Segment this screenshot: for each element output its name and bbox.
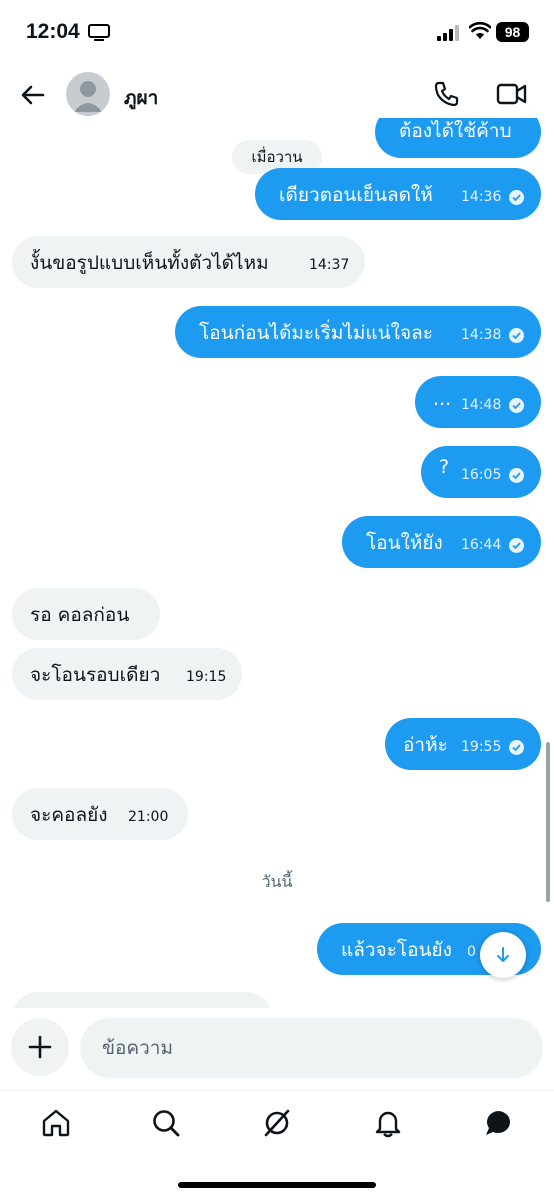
read-check-icon <box>509 328 524 343</box>
message-bubble-incoming[interactable]: รอ คอลก่อน <box>12 588 160 640</box>
video-call-icon[interactable] <box>496 81 528 111</box>
message-bubble-incoming[interactable]: จะคอลยัง 21:00 <box>12 788 188 840</box>
battery-indicator: 98 <box>496 22 529 42</box>
message-text: เดียวตอนเย็นลดให้ <box>279 184 433 206</box>
message-time: 16:05 <box>461 467 502 483</box>
home-indicator[interactable] <box>178 1182 376 1188</box>
read-check-icon <box>509 740 524 755</box>
message-text: จะคอลยัง <box>30 804 108 826</box>
message-bubble-incoming[interactable]: จะโอนรอบเดียว 19:15 <box>12 648 242 700</box>
read-check-icon <box>509 538 524 553</box>
message-text: รอ คอลก่อน <box>30 604 130 626</box>
message-bubble-outgoing[interactable]: โอนก่อนได้มะเริ่มไม่แน่ใจละ 14:38 <box>175 306 541 358</box>
day-separator: วันนี้ <box>261 872 293 891</box>
message-time: 16:44 <box>461 537 502 553</box>
message-bubble-incoming[interactable] <box>12 992 272 1008</box>
message-bubble-outgoing[interactable]: ... 14:48 <box>415 376 541 428</box>
messages-icon[interactable] <box>482 1107 514 1139</box>
scroll-to-bottom-button[interactable] <box>480 932 526 978</box>
message-text: ? <box>439 456 450 478</box>
contact-name[interactable]: ภูผา <box>124 83 158 113</box>
wifi-icon <box>468 21 492 44</box>
add-attachment-button[interactable] <box>11 1018 69 1076</box>
read-check-icon <box>509 190 524 205</box>
message-text: แล้วจะโอนยัง <box>341 939 452 961</box>
message-text: โอนให้ยัง <box>366 532 443 554</box>
message-time: 14:38 <box>461 327 502 343</box>
message-bubble-outgoing[interactable]: ต้องได้ใช้ค้าบ <box>375 118 541 158</box>
status-time: 12:04 <box>26 20 80 43</box>
message-bubble-outgoing[interactable]: อ่าห้ะ 19:55 <box>385 718 541 770</box>
message-time: 19:15 <box>186 669 227 685</box>
back-arrow-icon[interactable] <box>18 80 48 110</box>
message-bubble-outgoing[interactable]: เดียวตอนเย็นลดให้ 14:36 <box>255 168 541 220</box>
search-icon[interactable] <box>150 1107 182 1139</box>
message-text: โอนก่อนได้มะเริ่มไม่แน่ใจละ <box>199 322 433 344</box>
message-bubble-outgoing[interactable]: ? 16:05 <box>421 446 541 498</box>
status-bar: 12:04 98 <box>0 0 554 62</box>
message-time: 14:37 <box>309 257 350 273</box>
message-time: 14:48 <box>461 397 502 413</box>
message-composer <box>0 1008 554 1090</box>
grok-icon[interactable] <box>261 1107 293 1139</box>
message-time: 21:00 <box>128 809 169 825</box>
message-time: 0 <box>467 944 476 960</box>
avatar[interactable] <box>66 72 110 116</box>
read-check-icon <box>509 398 524 413</box>
message-bubble-incoming[interactable]: งั้นขอรูปแบบเห็นทั้งตัวได้ไหม 14:37 <box>12 236 365 288</box>
message-time: 19:55 <box>461 739 502 755</box>
home-icon[interactable] <box>40 1107 72 1139</box>
message-text: อ่าห้ะ <box>403 734 448 756</box>
screen-mirroring-icon <box>88 24 110 46</box>
message-text: ต้องได้ใช้ค้าบ <box>399 120 512 142</box>
notifications-icon[interactable] <box>372 1107 404 1139</box>
message-list[interactable]: ต้องได้ใช้ค้าบ เมื่อวาน เดียวตอนเย็นลดให… <box>0 118 554 1008</box>
message-bubble-outgoing[interactable]: โอนให้ยัง 16:44 <box>342 516 541 568</box>
message-input[interactable] <box>80 1018 543 1078</box>
phone-icon[interactable] <box>432 79 462 113</box>
message-text: จะโอนรอบเดียว <box>30 664 161 686</box>
cellular-signal-icon <box>437 25 461 45</box>
read-check-icon <box>509 468 524 483</box>
message-text: งั้นขอรูปแบบเห็นทั้งตัวได้ไหม <box>30 252 269 274</box>
message-text: ... <box>433 388 452 410</box>
scrollbar-thumb[interactable] <box>546 742 550 902</box>
message-time: 14:36 <box>461 189 502 205</box>
